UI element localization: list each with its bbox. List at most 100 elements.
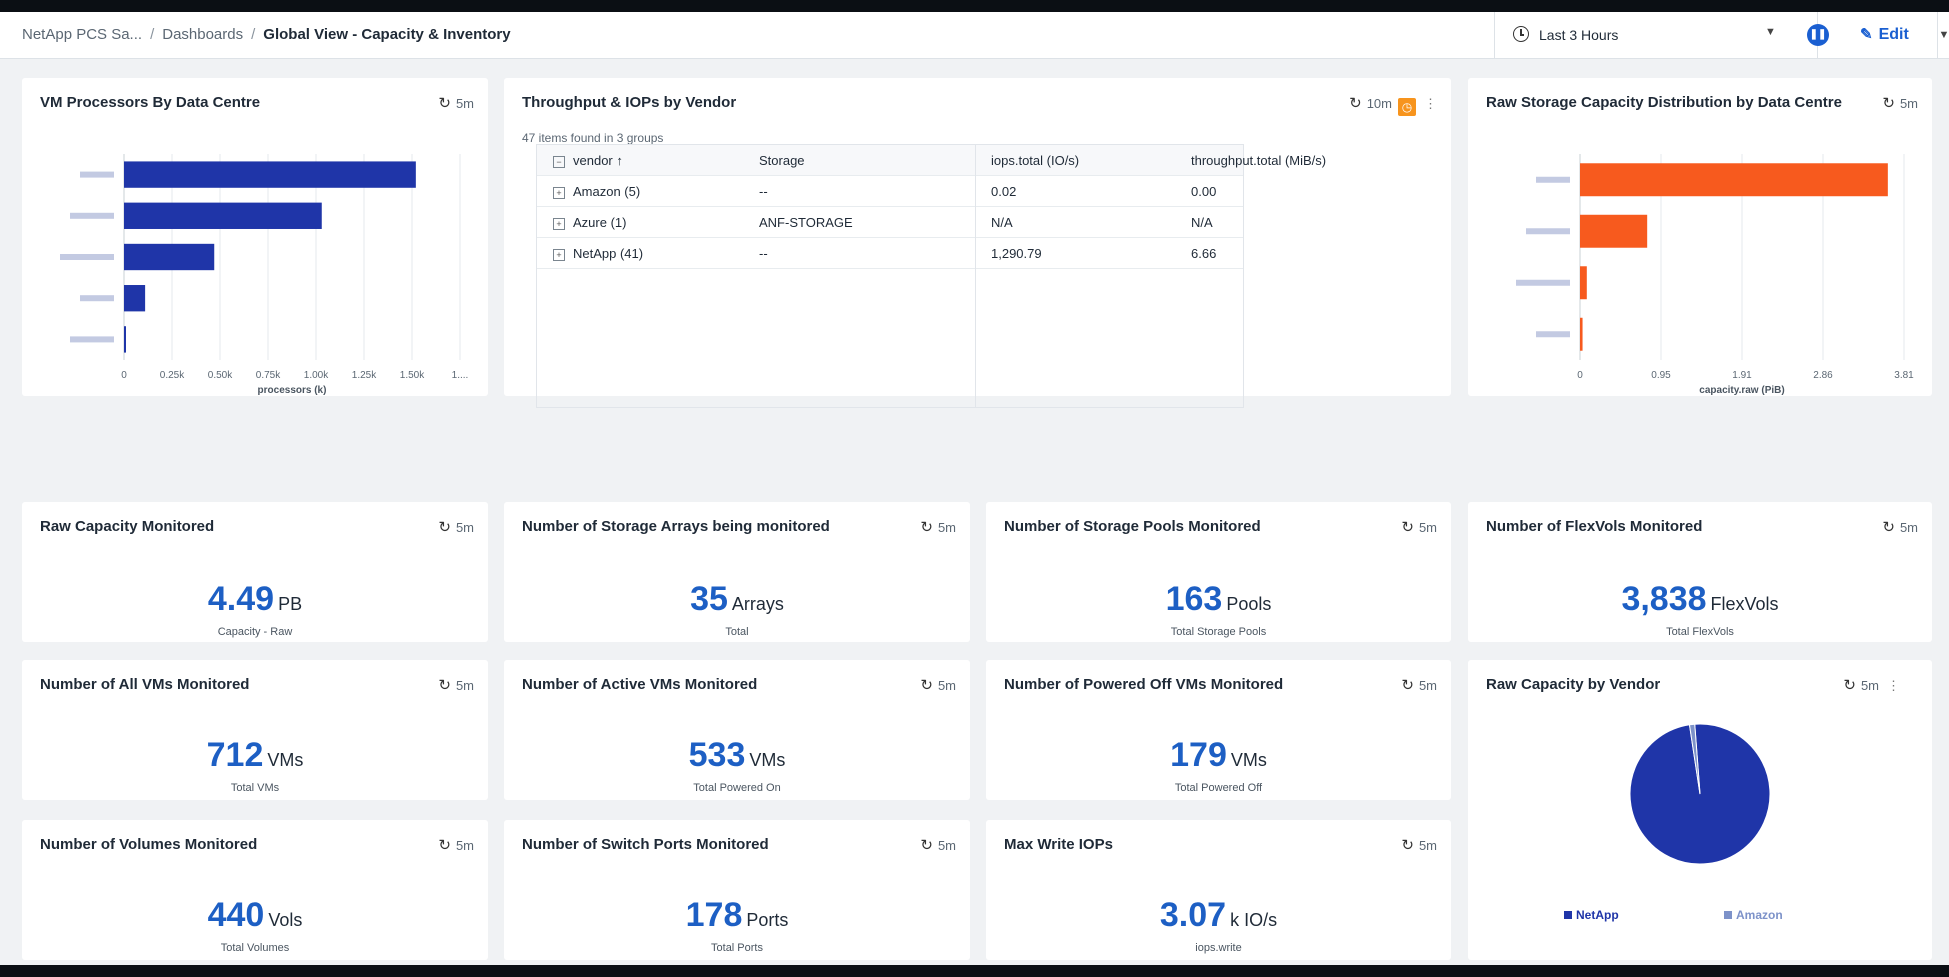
stat-value: 533 VMs: [504, 736, 970, 775]
stat-value: 35 Arrays: [504, 580, 970, 619]
panel-refresh[interactable]: ↻ 5m: [1882, 518, 1918, 536]
panel-refresh[interactable]: ↻ 5m: [438, 518, 474, 536]
panel-refresh[interactable]: ↻ 5m: [1401, 836, 1437, 854]
breadcrumb: NetApp PCS Sa... / Dashboards / Global View …: [22, 26, 511, 43]
time-range-selector[interactable]: Last 3 Hours ▼ ❚❚: [1494, 12, 1829, 58]
refresh-icon[interactable]: ↻: [920, 677, 933, 694]
stat-panel-all-vms: Number of All VMs Monitored ↻ 5m 712 VMs T…: [22, 660, 488, 800]
breadcrumb-root[interactable]: NetApp PCS Sa...: [22, 26, 142, 43]
stat-unit: VMs: [1230, 750, 1267, 770]
x-tick-label: 0.50k: [208, 370, 233, 381]
stat-number: 533: [688, 736, 746, 774]
expand-icon[interactable]: +: [553, 249, 565, 261]
stat-panel-storage-pools: Number of Storage Pools Monitored ↻ 5m 16…: [986, 502, 1451, 642]
panel-refresh[interactable]: ↻ 5m: [920, 676, 956, 694]
panel-title: Number of Storage Arrays being monitored: [522, 518, 830, 535]
panel-refresh[interactable]: ↻ 10m ◷ ⋮: [1349, 94, 1437, 116]
bar: [1580, 266, 1587, 300]
bar: [124, 326, 126, 353]
x-axis-label: capacity.raw (PiB): [1699, 385, 1784, 396]
stat-unit: VMs: [267, 750, 304, 770]
bar: [1580, 163, 1888, 197]
refresh-icon[interactable]: ↻: [438, 677, 451, 694]
vendor-cell[interactable]: + Amazon (5): [553, 184, 640, 199]
stat-unit: VMs: [749, 750, 786, 770]
refresh-icon[interactable]: ↻: [1349, 95, 1362, 112]
chevron-down-icon[interactable]: ▼: [1765, 26, 1776, 38]
panel-refresh[interactable]: ↻ 5m: [920, 836, 956, 854]
bar: [1580, 317, 1583, 351]
panel-title: Throughput & IOPs by Vendor: [522, 94, 737, 111]
vendor-cell[interactable]: + NetApp (41): [553, 246, 643, 261]
stat-unit: FlexVols: [1710, 594, 1779, 614]
sort-ascending-icon[interactable]: ↑: [616, 153, 623, 168]
dashboard-page: NetApp PCS Sa... / Dashboards / Global View …: [0, 12, 1949, 965]
bar: [124, 202, 322, 229]
pause-button[interactable]: ❚❚: [1807, 24, 1829, 46]
more-options-icon[interactable]: ⋮: [1424, 96, 1437, 111]
vendor-name: Azure (1): [573, 215, 627, 230]
refresh-icon[interactable]: ↻: [920, 519, 933, 536]
clock-icon: [1513, 26, 1529, 42]
collapse-all-icon[interactable]: −: [553, 156, 565, 168]
stat-value: 179 VMs: [986, 736, 1451, 775]
stat-number: 3.07: [1159, 896, 1227, 934]
refresh-icon[interactable]: ↻: [1401, 837, 1414, 854]
x-tick-label: 0.95: [1651, 370, 1671, 381]
raw-storage-chart: 0 0.95 1.91 2.86 3.81 capacity.raw (PiB): [1516, 154, 1914, 396]
panel-refresh[interactable]: ↻ 5m: [1401, 518, 1437, 536]
column-header-throughput[interactable]: throughput.total (MiB/s): [1191, 153, 1326, 168]
refresh-icon[interactable]: ↻: [1401, 519, 1414, 536]
storage-cell: --: [759, 246, 768, 261]
iops-cell: 1,290.79: [991, 246, 1042, 261]
panel-title: Number of All VMs Monitored: [40, 676, 250, 693]
stat-unit: Ports: [746, 910, 789, 930]
bar: [124, 243, 215, 271]
breadcrumb-dashboards[interactable]: Dashboards: [162, 26, 243, 43]
timer-icon[interactable]: ◷: [1398, 98, 1416, 116]
panel-refresh[interactable]: ↻ 5m: [438, 836, 474, 854]
redacted-category-label: [70, 336, 114, 343]
expand-icon[interactable]: +: [553, 187, 565, 199]
refresh-icon[interactable]: ↻: [438, 519, 451, 536]
column-header-storage[interactable]: Storage: [759, 153, 805, 168]
redacted-category-label: [70, 212, 114, 219]
legend-label: NetApp: [1576, 908, 1619, 922]
throughput-cell: 0.00: [1191, 184, 1217, 199]
stat-number: 440: [207, 896, 265, 934]
throughput-cell: N/A: [1191, 215, 1213, 230]
redacted-category-label: [60, 254, 114, 260]
column-header-vendor[interactable]: − vendor ↑: [553, 153, 623, 168]
x-tick-label: 0.25k: [160, 370, 185, 381]
vendor-cell[interactable]: + Azure (1): [553, 215, 626, 230]
breadcrumb-separator: /: [251, 26, 256, 43]
refresh-interval: 5m: [937, 520, 956, 535]
page-title: Global View - Capacity & Inventory: [263, 26, 511, 43]
stat-panel-storage-arrays: Number of Storage Arrays being monitored…: [504, 502, 970, 642]
column-header-iops[interactable]: iops.total (IO/s): [991, 153, 1079, 168]
table-row[interactable]: + NetApp (41) -- 1,290.79 6.66: [537, 238, 1243, 269]
expand-icon[interactable]: +: [553, 218, 565, 230]
edit-button[interactable]: ✎ Edit: [1860, 25, 1909, 44]
refresh-icon[interactable]: ↻: [438, 837, 451, 854]
refresh-icon[interactable]: ↻: [920, 837, 933, 854]
table-row[interactable]: + Azure (1) ANF-STORAGE N/A N/A: [537, 207, 1243, 238]
stat-panel-max-write-iops: Max Write IOPs ↻ 5m 3.07 k IO/s iops.write: [986, 820, 1451, 960]
panel-refresh[interactable]: ↻ 5m: [1401, 676, 1437, 694]
dashboard-header: NetApp PCS Sa... / Dashboards / Global View …: [0, 12, 1949, 59]
refresh-icon[interactable]: ↻: [1401, 677, 1414, 694]
table-row[interactable]: + Amazon (5) -- 0.02 0.00: [537, 176, 1243, 207]
raw-capacity-by-vendor-panel: Raw Capacity by Vendor ↻ 5m ⋮ NetApp Amazon: [1468, 660, 1932, 960]
edit-options-chevron-icon[interactable]: ▼: [1937, 12, 1949, 58]
panel-title: Number of Switch Ports Monitored: [522, 836, 769, 853]
stat-panel-switch-ports: Number of Switch Ports Monitored ↻ 5m 178…: [504, 820, 970, 960]
stat-panel-volumes: Number of Volumes Monitored ↻ 5m 440 Vols …: [22, 820, 488, 960]
iops-cell: 0.02: [991, 184, 1017, 199]
raw-storage-distribution-panel: Raw Storage Capacity Distribution by Dat…: [1468, 78, 1932, 396]
refresh-icon[interactable]: ↻: [1882, 519, 1895, 536]
panel-refresh[interactable]: ↻ 5m: [920, 518, 956, 536]
x-tick-label: 0.75k: [256, 370, 281, 381]
stat-number: 4.49: [207, 580, 275, 618]
items-found-text: 47 items found in 3 groups: [522, 131, 664, 145]
panel-refresh[interactable]: ↻ 5m: [438, 676, 474, 694]
